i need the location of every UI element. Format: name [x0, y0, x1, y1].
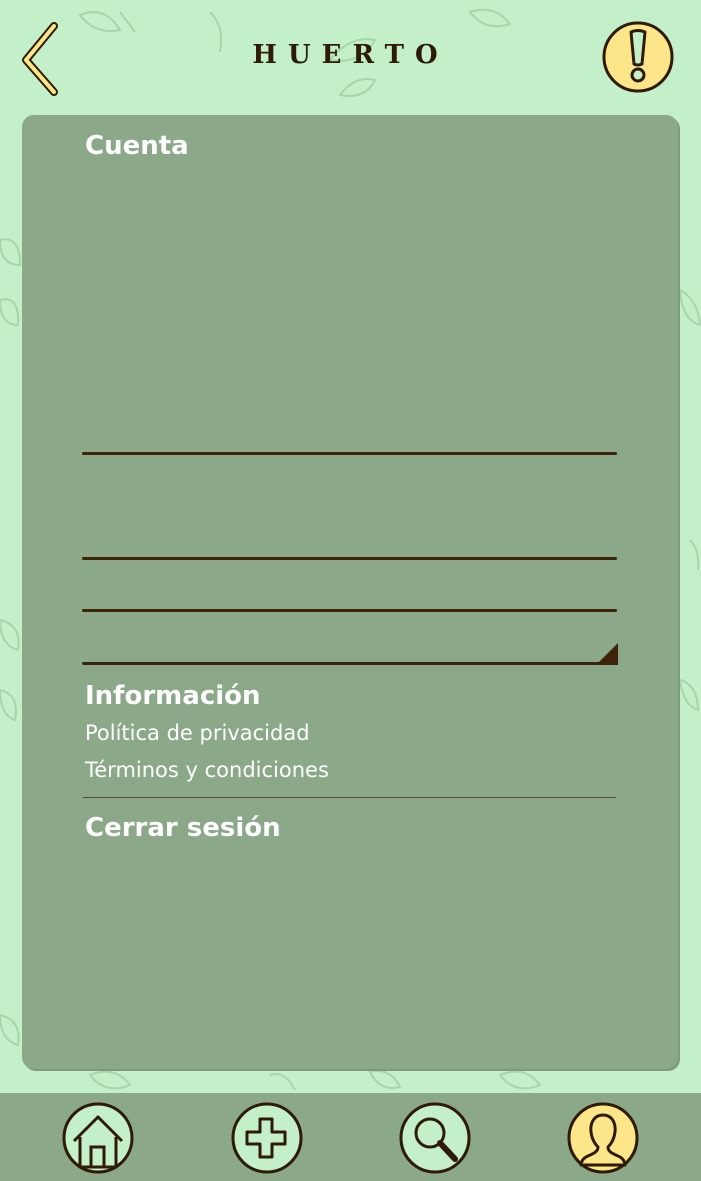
logout-button[interactable]: Cerrar sesión [85, 813, 281, 843]
resize-handle-icon[interactable] [596, 643, 618, 665]
nav-add-button[interactable] [229, 1101, 305, 1175]
nav-profile-button[interactable] [565, 1101, 641, 1175]
account-field-2[interactable] [82, 475, 617, 557]
bottom-navigation [0, 1093, 701, 1181]
account-field-3[interactable] [82, 563, 617, 609]
account-section-title: Cuenta [85, 131, 189, 161]
information-section-title: Información [85, 681, 261, 711]
nav-search-button[interactable] [397, 1101, 473, 1175]
field-underline [82, 452, 617, 455]
app-header: HUERTO [0, 0, 701, 112]
nav-home-button[interactable] [60, 1101, 136, 1175]
section-divider [83, 797, 616, 798]
field-underline [82, 557, 617, 560]
field-underline [82, 662, 617, 665]
plus-icon [231, 1102, 303, 1174]
privacy-policy-link[interactable]: Política de privacidad [85, 721, 310, 745]
terms-conditions-link[interactable]: Términos y condiciones [85, 758, 329, 782]
account-field-4[interactable] [82, 615, 617, 663]
settings-panel: Cuenta Información Política de privacida… [22, 115, 678, 1069]
exclamation-icon [602, 21, 674, 93]
profile-icon [567, 1102, 639, 1174]
field-underline [82, 609, 617, 612]
app-title: HUERTO [252, 40, 449, 70]
alert-button[interactable] [600, 20, 678, 94]
search-icon [399, 1102, 471, 1174]
account-field-1[interactable] [82, 295, 617, 455]
home-icon [62, 1102, 134, 1174]
